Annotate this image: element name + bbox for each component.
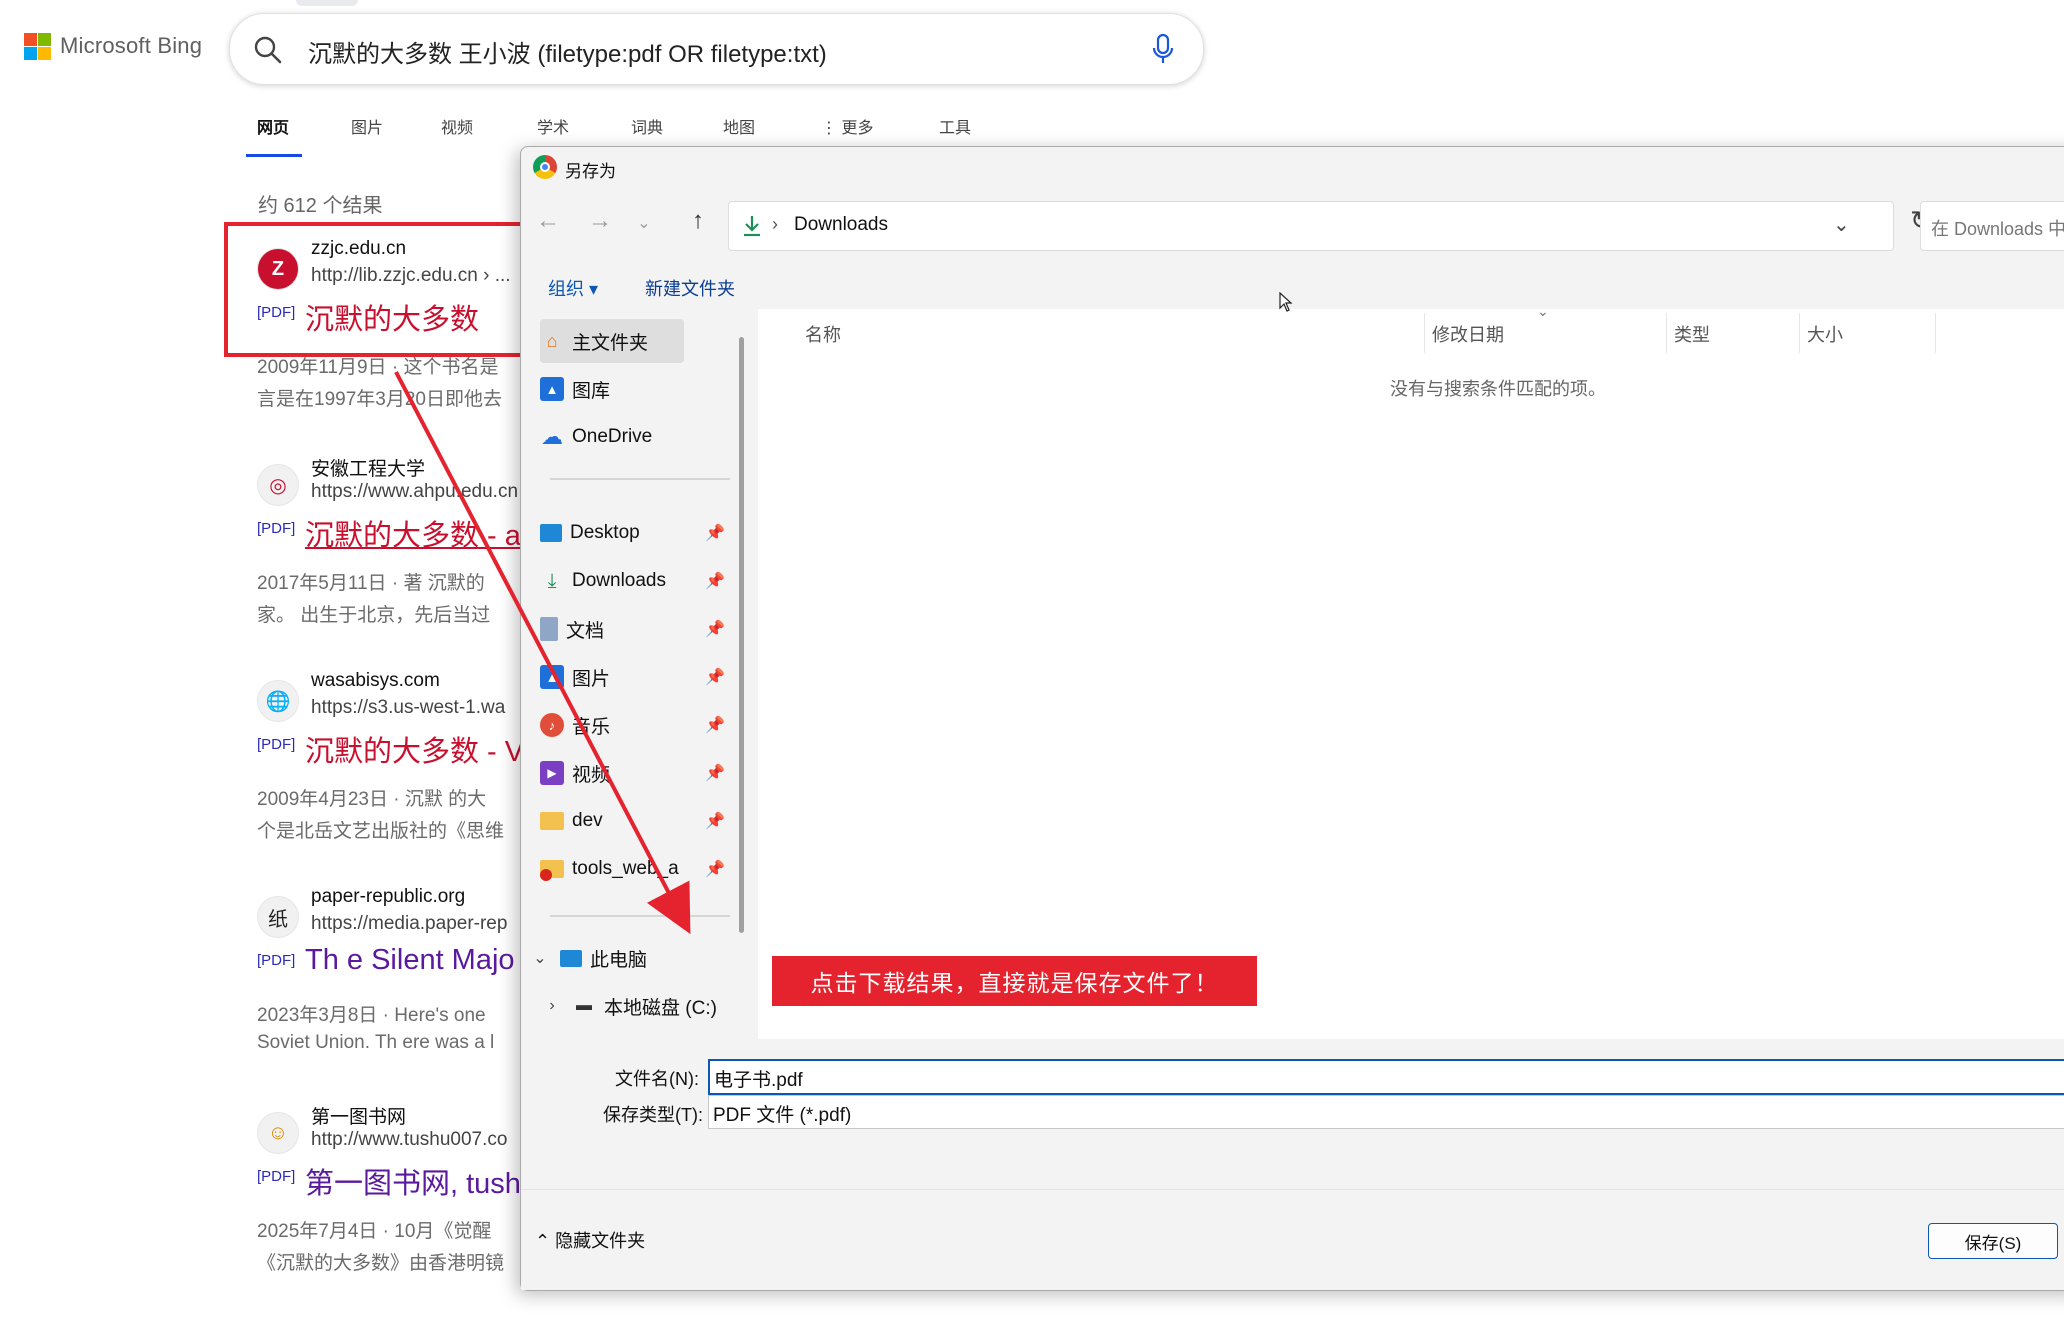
annotation-arrow bbox=[394, 371, 691, 935]
